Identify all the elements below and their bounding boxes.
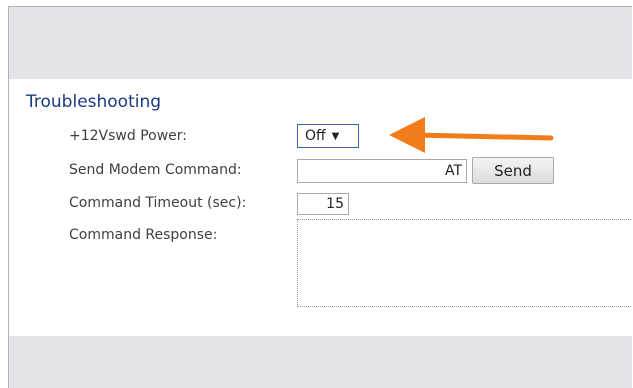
power-label: +12Vswd Power: xyxy=(69,128,188,144)
timeout-label: Command Timeout (sec): xyxy=(69,195,247,211)
power-select[interactable]: Off ▼ xyxy=(297,124,359,148)
modem-command-input[interactable] xyxy=(297,159,467,183)
response-textarea[interactable] xyxy=(297,219,632,307)
modem-command-label: Send Modem Command: xyxy=(69,162,242,178)
timeout-input[interactable] xyxy=(297,193,349,215)
section-title: Troubleshooting xyxy=(26,92,162,112)
send-button[interactable]: Send xyxy=(472,157,554,184)
top-band xyxy=(9,7,632,79)
page-frame: Troubleshooting +12Vswd Power: Off ▼ Sen… xyxy=(8,6,632,388)
left-arrow-icon xyxy=(389,117,554,153)
bottom-band xyxy=(9,336,632,388)
power-select-value: Off xyxy=(305,128,326,144)
response-label: Command Response: xyxy=(69,227,218,243)
dropdown-arrow-icon: ▼ xyxy=(331,130,340,142)
